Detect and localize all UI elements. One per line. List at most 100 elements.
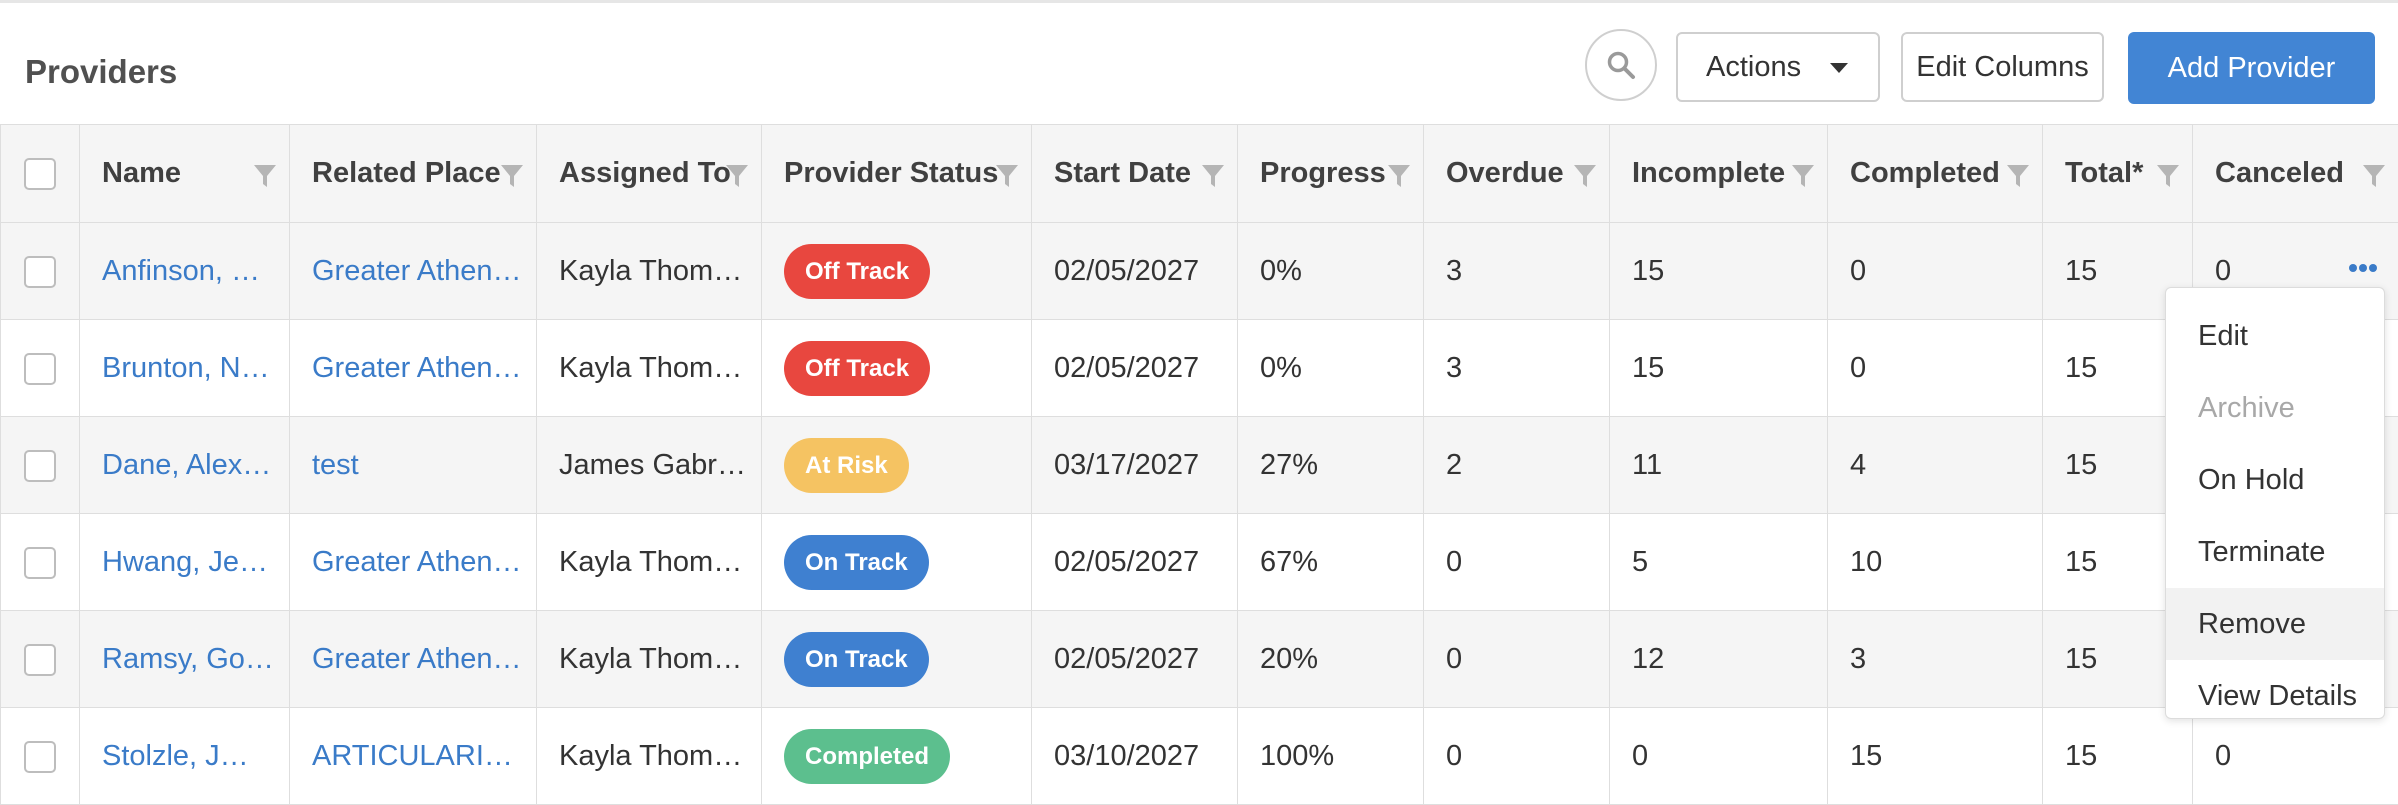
menu-item-on-hold[interactable]: On Hold xyxy=(2166,444,2384,516)
row-checkbox[interactable] xyxy=(24,353,56,385)
cell-related-place[interactable]: Greater Athen… xyxy=(290,320,537,417)
cell-name[interactable]: Dane, Alex… xyxy=(80,417,290,514)
providers-table: Name Related Place Assigned To Provider … xyxy=(0,124,2398,805)
assigned-to-text: Kayla Thom… xyxy=(559,643,761,676)
row-checkbox[interactable] xyxy=(24,644,56,676)
filter-icon[interactable] xyxy=(2156,163,2180,189)
filter-icon[interactable] xyxy=(1387,163,1411,189)
cell-overdue: 0 xyxy=(1424,708,1610,805)
filter-icon[interactable] xyxy=(2362,163,2386,189)
cell-progress: 20% xyxy=(1238,611,1424,708)
filter-icon[interactable] xyxy=(2006,163,2030,189)
table-row[interactable]: Anfinson, S… Greater Athen… Kayla Thom… … xyxy=(1,223,2398,320)
cell-provider-status: On Track xyxy=(762,514,1032,611)
cell-incomplete: 5 xyxy=(1610,514,1828,611)
status-badge: Off Track xyxy=(784,341,930,396)
edit-columns-button[interactable]: Edit Columns xyxy=(1901,32,2104,102)
filter-icon[interactable] xyxy=(995,163,1019,189)
actions-dropdown[interactable]: Actions xyxy=(1676,32,1880,102)
provider-name-link[interactable]: Brunton, Ni… xyxy=(102,352,289,385)
table-row[interactable]: Hwang, Jen… Greater Athen… Kayla Thom… O… xyxy=(1,514,2398,611)
cell-name[interactable]: Ramsy, Gor… xyxy=(80,611,290,708)
provider-name-link[interactable]: Anfinson, S… xyxy=(102,255,289,288)
more-options-icon[interactable] xyxy=(2348,263,2378,273)
row-checkbox[interactable] xyxy=(24,741,56,773)
cell-incomplete: 15 xyxy=(1610,223,1828,320)
column-header-incomplete[interactable]: Incomplete xyxy=(1610,125,1828,223)
column-header-total[interactable]: Total* xyxy=(2043,125,2193,223)
cell-completed: 10 xyxy=(1828,514,2043,611)
cell-progress: 0% xyxy=(1238,223,1424,320)
cell-name[interactable]: Brunton, Ni… xyxy=(80,320,290,417)
table-row[interactable]: Ramsy, Gor… Greater Athen… Kayla Thom… O… xyxy=(1,611,2398,708)
filter-icon[interactable] xyxy=(253,163,277,189)
related-place-link[interactable]: Greater Athen… xyxy=(312,643,536,676)
select-all-cell xyxy=(1,125,80,223)
cell-start-date: 03/17/2027 xyxy=(1032,417,1238,514)
cell-assigned-to: Kayla Thom… xyxy=(537,708,762,805)
cell-assigned-to: James Gabri… xyxy=(537,417,762,514)
cell-name[interactable]: Stolzle, J… xyxy=(80,708,290,805)
cell-related-place[interactable]: Greater Athen… xyxy=(290,223,537,320)
menu-item-remove[interactable]: Remove xyxy=(2166,588,2384,660)
filter-icon[interactable] xyxy=(1201,163,1225,189)
related-place-link[interactable]: test xyxy=(312,449,536,482)
filter-icon[interactable] xyxy=(725,163,749,189)
status-badge: Off Track xyxy=(784,244,930,299)
cell-related-place[interactable]: ARTICULARIS… xyxy=(290,708,537,805)
cell-incomplete: 0 xyxy=(1610,708,1828,805)
cell-incomplete: 12 xyxy=(1610,611,1828,708)
cell-assigned-to: Kayla Thom… xyxy=(537,611,762,708)
column-header-progress[interactable]: Progress xyxy=(1238,125,1424,223)
cell-name[interactable]: Anfinson, S… xyxy=(80,223,290,320)
filter-icon[interactable] xyxy=(1791,163,1815,189)
cell-assigned-to: Kayla Thom… xyxy=(537,320,762,417)
related-place-link[interactable]: Greater Athen… xyxy=(312,255,536,288)
cell-provider-status: Completed xyxy=(762,708,1032,805)
cell-related-place[interactable]: test xyxy=(290,417,537,514)
row-checkbox[interactable] xyxy=(24,547,56,579)
menu-item-terminate[interactable]: Terminate xyxy=(2166,516,2384,588)
add-provider-button[interactable]: Add Provider xyxy=(2128,32,2375,104)
column-header-related-place[interactable]: Related Place xyxy=(290,125,537,223)
column-header-start-date[interactable]: Start Date xyxy=(1032,125,1238,223)
column-header-completed[interactable]: Completed xyxy=(1828,125,2043,223)
column-header-assigned-to[interactable]: Assigned To xyxy=(537,125,762,223)
related-place-link[interactable]: Greater Athen… xyxy=(312,546,536,579)
related-place-link[interactable]: ARTICULARIS… xyxy=(312,740,536,773)
row-checkbox[interactable] xyxy=(24,256,56,288)
cell-overdue: 2 xyxy=(1424,417,1610,514)
cell-provider-status: On Track xyxy=(762,611,1032,708)
provider-name-link[interactable]: Dane, Alex… xyxy=(102,449,289,482)
provider-name-link[interactable]: Hwang, Jen… xyxy=(102,546,289,579)
column-header-name[interactable]: Name xyxy=(80,125,290,223)
related-place-link[interactable]: Greater Athen… xyxy=(312,352,536,385)
column-header-canceled[interactable]: Canceled xyxy=(2193,125,2398,223)
row-select-cell xyxy=(1,417,80,514)
row-select-cell xyxy=(1,320,80,417)
table-row[interactable]: Brunton, Ni… Greater Athen… Kayla Thom… … xyxy=(1,320,2398,417)
cell-related-place[interactable]: Greater Athen… xyxy=(290,514,537,611)
assigned-to-text: Kayla Thom… xyxy=(559,740,761,773)
table-row[interactable]: Stolzle, J… ARTICULARIS… Kayla Thom… Com… xyxy=(1,708,2398,805)
cell-assigned-to: Kayla Thom… xyxy=(537,514,762,611)
chevron-down-icon xyxy=(1830,63,1848,73)
column-header-provider-status[interactable]: Provider Status xyxy=(762,125,1032,223)
select-all-checkbox[interactable] xyxy=(24,158,56,190)
search-button[interactable] xyxy=(1585,29,1657,101)
cell-overdue: 3 xyxy=(1424,320,1610,417)
table-row[interactable]: Dane, Alex… test James Gabri… At Risk 03… xyxy=(1,417,2398,514)
status-badge: Completed xyxy=(784,729,950,784)
column-header-overdue[interactable]: Overdue xyxy=(1424,125,1610,223)
filter-icon[interactable] xyxy=(1573,163,1597,189)
status-badge: On Track xyxy=(784,535,929,590)
provider-name-link[interactable]: Ramsy, Gor… xyxy=(102,643,289,676)
cell-name[interactable]: Hwang, Jen… xyxy=(80,514,290,611)
menu-item-edit[interactable]: Edit xyxy=(2166,300,2384,372)
row-checkbox[interactable] xyxy=(24,450,56,482)
cell-related-place[interactable]: Greater Athen… xyxy=(290,611,537,708)
provider-name-link[interactable]: Stolzle, J… xyxy=(102,740,289,773)
assigned-to-text: Kayla Thom… xyxy=(559,546,761,579)
menu-item-view-details[interactable]: View Details xyxy=(2166,660,2384,732)
filter-icon[interactable] xyxy=(500,163,524,189)
